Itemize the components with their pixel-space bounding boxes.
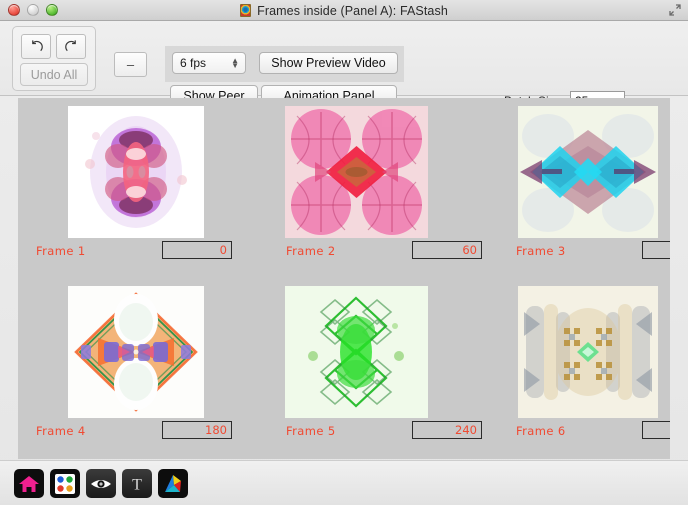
frame-value-input[interactable]: 240 — [412, 421, 482, 439]
fps-select-value: 6 fps — [180, 56, 207, 70]
minimize-window-button[interactable] — [27, 4, 39, 16]
text-glyph: T — [132, 476, 142, 493]
undo-group: Undo All — [12, 26, 96, 91]
svg-text:T: T — [132, 476, 142, 493]
eye-glyph — [91, 479, 111, 488]
frame-thumbnail-1[interactable] — [68, 106, 204, 238]
frame-value-input[interactable] — [642, 421, 670, 439]
frame-thumbnail-3[interactable] — [518, 106, 658, 238]
stepper-down: ▼ — [231, 61, 239, 70]
toolbar: Undo All – 6 fps ▲ ▼ Show Preview Video … — [0, 21, 688, 110]
grid-glyph — [55, 473, 75, 494]
show-preview-video-button[interactable]: Show Preview Video — [259, 52, 398, 74]
frame-label: Frame 3 — [516, 244, 566, 258]
window-title: Frames inside (Panel A): FAStash — [257, 3, 448, 18]
redo-button[interactable] — [56, 34, 86, 59]
frame-label: Frame 5 — [286, 424, 336, 438]
frame-thumbnail-4[interactable] — [68, 286, 204, 418]
close-window-button[interactable] — [8, 4, 20, 16]
minus-button[interactable]: – — [114, 52, 147, 77]
frames-row: Frame 1 0 Frame 2 60 Frame 3 — [18, 98, 670, 278]
frame-value-input[interactable]: 180 — [162, 421, 232, 439]
window-controls — [8, 4, 58, 16]
star-glyph — [165, 474, 181, 492]
frame-value-input[interactable]: 60 — [412, 241, 482, 259]
frames-row: Frame 4 180 Frame 5 240 Frame 6 — [18, 278, 670, 458]
document-icon — [240, 4, 252, 17]
frame-label: Frame 1 — [36, 244, 86, 258]
grid-icon[interactable] — [50, 469, 80, 498]
zoom-window-button[interactable] — [46, 4, 58, 16]
title-bar: Frames inside (Panel A): FAStash — [0, 0, 688, 21]
undo-button[interactable] — [21, 34, 51, 59]
frame-label: Frame 6 — [516, 424, 566, 438]
redo-arrow-icon — [64, 40, 76, 52]
frame-value-input[interactable]: 0 — [162, 241, 232, 259]
frame-thumbnail-5[interactable] — [285, 286, 428, 418]
frame-thumbnail-2[interactable] — [285, 106, 428, 238]
undo-arrow-icon — [31, 40, 43, 52]
title-bar-center: Frames inside (Panel A): FAStash — [0, 0, 688, 21]
bottom-toolbar: T Add to Stash ? — [0, 460, 688, 505]
home-icon[interactable] — [14, 469, 44, 498]
text-icon[interactable]: T — [122, 469, 152, 498]
frames-panel: Frame 1 0 Frame 2 60 Frame 3 Frame 4 180… — [18, 98, 670, 459]
expand-arrows-icon[interactable] — [668, 3, 682, 17]
frame-thumbnail-6[interactable] — [518, 286, 658, 418]
application-window: Frames inside (Panel A): FAStash Undo Al… — [0, 0, 688, 505]
frame-label: Frame 2 — [286, 244, 336, 258]
frame-value-input[interactable] — [642, 241, 670, 259]
home-glyph — [19, 475, 39, 492]
frame-label: Frame 4 — [36, 424, 86, 438]
undo-all-button[interactable]: Undo All — [20, 63, 88, 86]
star-icon[interactable] — [158, 469, 188, 498]
stepper-up-down-icon[interactable]: ▲ ▼ — [231, 57, 239, 70]
fps-select[interactable]: 6 fps ▲ ▼ — [172, 52, 246, 74]
eye-icon[interactable] — [86, 469, 116, 498]
